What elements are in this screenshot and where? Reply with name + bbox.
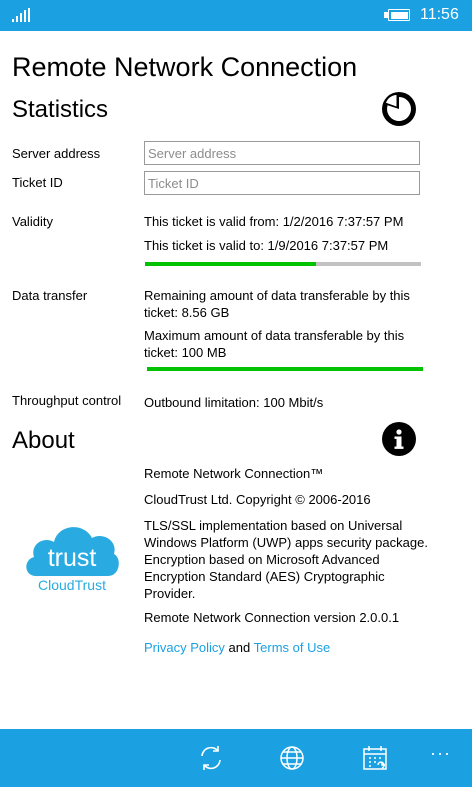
- legal-links: Privacy Policy and Terms of Use: [144, 639, 330, 656]
- version-text: Remote Network Connection version 2.0.0.…: [144, 610, 400, 625]
- privacy-policy-link[interactable]: Privacy Policy: [144, 640, 225, 655]
- tls-note: TLS/SSL implementation based on Universa…: [144, 518, 428, 601]
- server-address-input[interactable]: [144, 141, 420, 165]
- copyright-text: CloudTrust Ltd. Copyright © 2006-2016: [144, 492, 371, 507]
- throughput-value: Outbound limitation: 100 Mbit/s: [144, 395, 324, 410]
- valid-to-text: This ticket is valid to: 1/9/2016 7:37:5…: [144, 238, 389, 253]
- ticket-id-label: Ticket ID: [12, 175, 63, 190]
- validity-progress-fill: [145, 262, 317, 266]
- signal-strength-icon: [12, 8, 32, 22]
- statistics-heading: Statistics: [12, 96, 109, 123]
- about-heading: About: [12, 427, 75, 454]
- info-icon[interactable]: [382, 422, 416, 456]
- app-bar: ···: [0, 729, 472, 787]
- status-bar: 11:56: [0, 0, 472, 31]
- product-name: Remote Network Connection™: [144, 466, 324, 481]
- calendar-icon[interactable]: [360, 743, 390, 773]
- ticket-id-input[interactable]: [144, 171, 420, 195]
- cloudtrust-logo: trust CloudTrust: [22, 514, 122, 594]
- globe-icon[interactable]: [277, 743, 307, 773]
- and-text: and: [228, 640, 251, 655]
- data-transfer-progress-bar: [147, 367, 423, 371]
- valid-from-text: This ticket is valid from: 1/2/2016 7:37…: [144, 214, 404, 229]
- throughput-label: Throughput control: [12, 393, 122, 408]
- validity-label: Validity: [12, 214, 53, 229]
- refresh-icon[interactable]: [196, 743, 226, 773]
- app-title: Remote Network Connection: [12, 52, 358, 82]
- logo-word: trust: [48, 544, 97, 572]
- pie-chart-icon[interactable]: [382, 92, 416, 126]
- logo-brand: CloudTrust: [38, 577, 106, 593]
- server-address-label: Server address: [12, 146, 101, 161]
- maximum-data-text: Maximum amount of data transferable by t…: [144, 328, 405, 360]
- terms-of-use-link[interactable]: Terms of Use: [254, 640, 331, 655]
- battery-charging-icon: [384, 9, 410, 21]
- data-transfer-label: Data transfer: [12, 288, 88, 303]
- remaining-data-text: Remaining amount of data transferable by…: [144, 288, 410, 320]
- validity-progress-bar: [145, 262, 421, 266]
- data-transfer-progress-fill: [147, 367, 423, 371]
- more-button[interactable]: ···: [430, 743, 458, 771]
- clock: 11:56: [420, 6, 459, 23]
